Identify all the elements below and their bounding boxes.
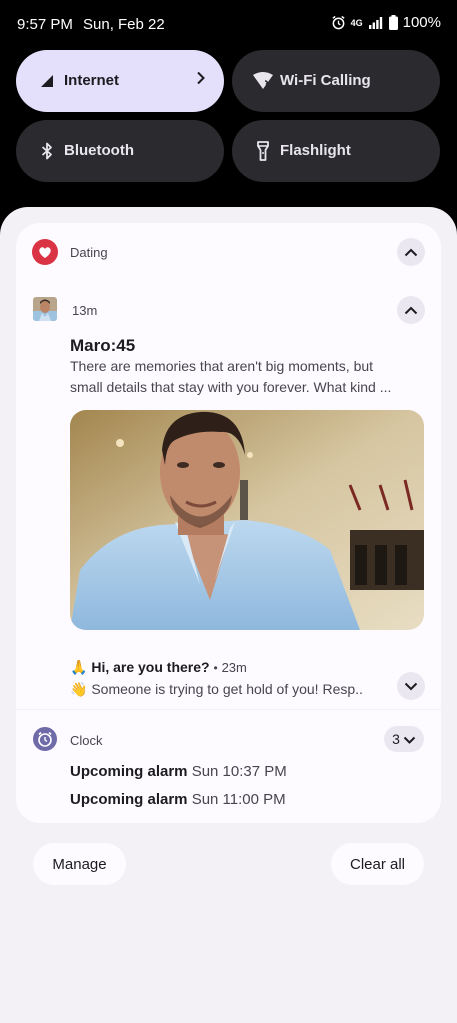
wifi-calling-icon [252,70,274,92]
message-photo[interactable] [70,410,424,630]
second-message-title: 🙏 Hi, are you there? • 23m [70,659,247,676]
manage-button[interactable]: Manage [33,843,126,885]
expand-message-button[interactable] [397,672,425,700]
message-body-line1: There are memories that aren't big momen… [70,358,374,374]
dating-app-icon [32,239,58,270]
second-separator: • [213,661,218,675]
clock-app-icon [33,727,57,756]
second-title-text: Hi, are you there? [91,659,210,675]
tile-label: Wi-Fi Calling [280,72,371,89]
clock-app-name: Clock [70,733,103,748]
sender-avatar [33,297,57,321]
dating-app-name: Dating [70,245,108,260]
tile-bluetooth[interactable]: Bluetooth [16,120,224,182]
second-message-time: 23m [221,660,247,675]
tile-label: Flashlight [280,142,351,159]
tile-label: Internet [64,72,120,89]
tile-label: Bluetooth [64,142,134,159]
message-body-line2: small details that stay with you forever… [70,379,392,395]
collapse-message-button[interactable] [397,296,425,324]
alarm-time: Sun 10:37 PM [191,763,287,780]
status-icons: 4G 100% [331,14,441,31]
cell-signal-icon [368,16,384,30]
battery-icon [388,15,398,30]
alarm-icon [331,15,346,30]
alarm-row-2: Upcoming alarm Sun 11:00 PM [70,791,286,808]
clear-all-button[interactable]: Clear all [331,843,424,885]
chevron-right-icon [196,71,206,89]
bluetooth-icon [36,140,58,162]
tile-wifi-calling[interactable]: Wi-Fi Calling [232,50,440,112]
message-time: 13m [72,303,98,318]
notification-shade: Dating 13m Maro:45 There are memories th… [0,207,457,1023]
collapse-group-button[interactable] [397,238,425,266]
flashlight-icon [252,140,274,162]
tile-flashlight[interactable]: Flashlight [232,120,440,182]
signal-icon [36,70,58,92]
status-date: Sun, Feb 22 [83,16,165,33]
dating-notification[interactable]: Dating 13m Maro:45 There are memories th… [16,223,441,709]
clock-notification[interactable]: Clock 3 Upcoming alarm Sun 10:37 PM Upco… [16,710,441,823]
pray-icon: 🙏 [70,659,88,675]
second-message-body: 👋 Someone is trying to get hold of you! … [70,681,380,698]
wave-icon: 👋 [70,681,88,697]
message-title: Maro:45 [70,336,136,355]
alarm-label: Upcoming alarm [70,763,188,780]
second-body-text: Someone is trying to get hold of you! Re… [91,681,363,697]
alarm-label: Upcoming alarm [70,791,188,808]
battery-percent: 100% [402,14,441,31]
status-bar: 9:57 PM Sun, Feb 22 4G 100% [0,0,457,50]
chevron-down-icon [403,731,416,747]
alarm-row-1: Upcoming alarm Sun 10:37 PM [70,763,287,780]
notification-count: 3 [392,731,400,747]
tile-internet[interactable]: Internet [16,50,224,112]
status-time: 9:57 PM [17,16,73,33]
network-type-icon: 4G [350,17,363,28]
alarm-time: Sun 11:00 PM [191,791,286,808]
expand-count-button[interactable]: 3 [384,726,424,752]
